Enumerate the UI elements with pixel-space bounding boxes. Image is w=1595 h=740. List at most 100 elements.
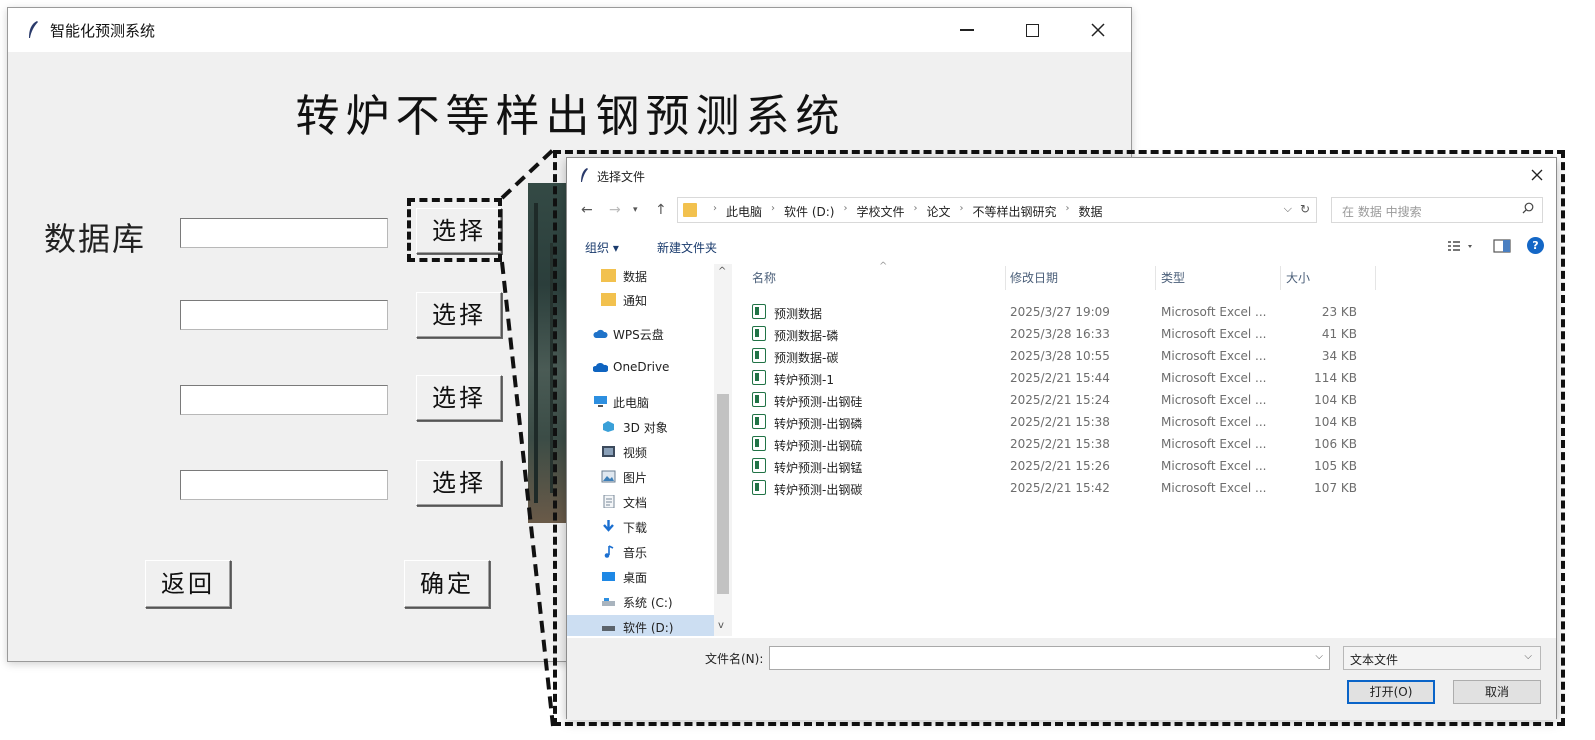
select-button-2[interactable]: 选择 [416, 292, 502, 338]
refresh-icon[interactable]: ↻ [1300, 202, 1310, 216]
file-name: 转炉预测-出钢碳 [774, 483, 863, 497]
nav-item-music[interactable]: 音乐 [567, 540, 717, 564]
nav-item-desktop[interactable]: 桌面 [567, 565, 717, 589]
drive-icon [602, 626, 615, 631]
file-date: 2025/3/28 16:33 [1010, 327, 1110, 341]
nav-item-videos[interactable]: 视频 [567, 440, 717, 464]
help-icon[interactable]: ? [1527, 237, 1544, 254]
select-button-3[interactable]: 选择 [416, 375, 502, 421]
chevron-down-icon[interactable]: ⌵ [1284, 202, 1292, 216]
back-arrow-icon[interactable]: ← [581, 202, 593, 218]
dialog-footer: 文件名(N): ⌵ 文本文件 ⌵ 打开(O) 取消 [567, 638, 1556, 720]
open-button[interactable]: 打开(O) [1347, 680, 1435, 704]
file-row[interactable]: 转炉预测-出钢硅 2025/2/21 15:24 Microsoft Excel… [752, 389, 1392, 411]
nav-item-3d-objects[interactable]: 3D 对象 [567, 415, 717, 439]
file-row[interactable]: 转炉预测-出钢锰 2025/2/21 15:26 Microsoft Excel… [752, 455, 1392, 477]
breadcrumb-item[interactable]: 此电脑 [726, 203, 762, 220]
breadcrumb-item[interactable]: 不等样出钢研究 [973, 203, 1057, 220]
breadcrumb-item[interactable]: 学校文件 [856, 203, 904, 220]
file-row[interactable]: 转炉预测-出钢碳 2025/2/21 15:42 Microsoft Excel… [752, 477, 1392, 499]
nav-item-onedrive[interactable]: OneDrive [567, 356, 717, 380]
path-input-2[interactable] [180, 300, 388, 330]
file-list: 名称 ^ 修改日期 类型 大小 预测数据 2025/3/27 19:09 Mic… [735, 261, 1550, 636]
file-size: 41 KB [1321, 327, 1357, 341]
column-header-date[interactable]: 修改日期 [1010, 269, 1058, 286]
organize-menu[interactable]: 组织 ▾ [585, 239, 619, 256]
nav-item-notice[interactable]: 通知 [567, 288, 717, 312]
dialog-close-button[interactable] [1524, 163, 1550, 187]
cancel-button[interactable]: 取消 [1453, 680, 1541, 704]
excel-file-icon [752, 414, 766, 429]
file-row[interactable]: 预测数据-磷 2025/3/28 16:33 Microsoft Excel .… [752, 323, 1392, 345]
path-input-1[interactable] [180, 218, 388, 248]
nav-item-drive-c[interactable]: 系统 (C:) [567, 590, 717, 614]
nav-item-data[interactable]: 数据 [567, 264, 717, 288]
breadcrumb-item[interactable]: 论文 [927, 203, 951, 220]
file-date: 2025/2/21 15:24 [1010, 393, 1110, 407]
confirm-button[interactable]: 确定 [404, 560, 490, 608]
file-type-select[interactable]: 文本文件 ⌵ [1343, 646, 1541, 670]
view-options-icon[interactable] [1447, 239, 1477, 253]
file-size: 107 KB [1314, 481, 1357, 495]
new-folder-button[interactable]: 新建文件夹 [657, 239, 717, 256]
column-header-type[interactable]: 类型 [1161, 269, 1185, 286]
file-date: 2025/2/21 15:38 [1010, 437, 1110, 451]
address-bar[interactable]: › 此电脑 › 软件 (D:) › 学校文件 › 论文 › 不等样出钢研究 › … [677, 197, 1317, 223]
preview-pane-icon[interactable] [1493, 238, 1511, 253]
scroll-down-icon[interactable]: v [718, 620, 724, 631]
breadcrumb-item[interactable]: 数据 [1079, 203, 1103, 220]
nav-item-wps-cloud[interactable]: WPS云盘 [567, 322, 717, 346]
close-button[interactable] [1074, 14, 1122, 46]
path-input-3[interactable] [180, 385, 388, 415]
column-divider[interactable] [1005, 266, 1006, 290]
column-divider[interactable] [1280, 266, 1281, 290]
file-name: 转炉预测-出钢磷 [774, 417, 863, 431]
file-date: 2025/3/28 10:55 [1010, 349, 1110, 363]
maximize-button[interactable] [1008, 14, 1056, 46]
main-window-title: 智能化预测系统 [50, 22, 156, 40]
column-header-size[interactable]: 大小 [1286, 269, 1310, 286]
select-button-4[interactable]: 选择 [416, 460, 502, 506]
close-icon [1531, 169, 1543, 181]
file-row[interactable]: 转炉预测-1 2025/2/21 15:44 Microsoft Excel .… [752, 367, 1392, 389]
column-divider[interactable] [1155, 266, 1156, 290]
file-name: 转炉预测-1 [774, 373, 834, 387]
breadcrumb-item[interactable]: 软件 (D:) [784, 203, 834, 220]
navigation-scrollbar[interactable]: ^ v [714, 264, 732, 636]
nav-item-downloads[interactable]: 下载 [567, 515, 717, 539]
file-row[interactable]: 转炉预测-出钢硫 2025/2/21 15:38 Microsoft Excel… [752, 433, 1392, 455]
scrollbar-thumb[interactable] [717, 394, 729, 594]
computer-icon [594, 396, 607, 407]
chevron-down-icon[interactable]: ⌵ [1315, 651, 1323, 662]
file-name: 预测数据-碳 [774, 351, 839, 365]
close-icon [1091, 23, 1105, 37]
file-date: 2025/3/27 19:09 [1010, 305, 1110, 319]
file-row[interactable]: 预测数据-碳 2025/3/28 10:55 Microsoft Excel .… [752, 345, 1392, 367]
file-row[interactable]: 转炉预测-出钢磷 2025/2/21 15:38 Microsoft Excel… [752, 411, 1392, 433]
nav-item-drive-d[interactable]: 软件 (D:) [567, 615, 715, 636]
sort-ascending-icon: ^ [879, 261, 888, 272]
download-icon [603, 520, 614, 532]
up-arrow-icon[interactable]: ↑ [655, 202, 667, 218]
cube-icon [603, 421, 614, 432]
filename-input[interactable]: ⌵ [769, 646, 1330, 670]
search-input[interactable]: 在 数据 中搜索 [1331, 197, 1543, 223]
picture-icon [601, 470, 616, 483]
nav-item-this-pc[interactable]: 此电脑 [567, 390, 717, 414]
nav-item-documents[interactable]: 文档 [567, 490, 717, 514]
minimize-button[interactable] [943, 14, 991, 46]
folder-icon [601, 293, 616, 306]
forward-arrow-icon[interactable]: → [609, 202, 621, 218]
navigation-bar: ← → ▾ ↑ › 此电脑 › 软件 (D:) › 学校文件 › 论文 › 不等… [567, 196, 1556, 226]
recent-dropdown-icon[interactable]: ▾ [633, 205, 638, 215]
path-input-4[interactable] [180, 470, 388, 500]
document-icon [603, 495, 615, 508]
column-divider[interactable] [1375, 266, 1376, 290]
nav-item-pictures[interactable]: 图片 [567, 465, 717, 489]
file-size: 23 KB [1321, 305, 1357, 319]
file-date: 2025/2/21 15:38 [1010, 415, 1110, 429]
back-button[interactable]: 返回 [145, 560, 231, 608]
column-header-name[interactable]: 名称 [752, 269, 776, 286]
scroll-up-icon[interactable]: ^ [718, 266, 726, 277]
file-row[interactable]: 预测数据 2025/3/27 19:09 Microsoft Excel ...… [752, 301, 1392, 323]
